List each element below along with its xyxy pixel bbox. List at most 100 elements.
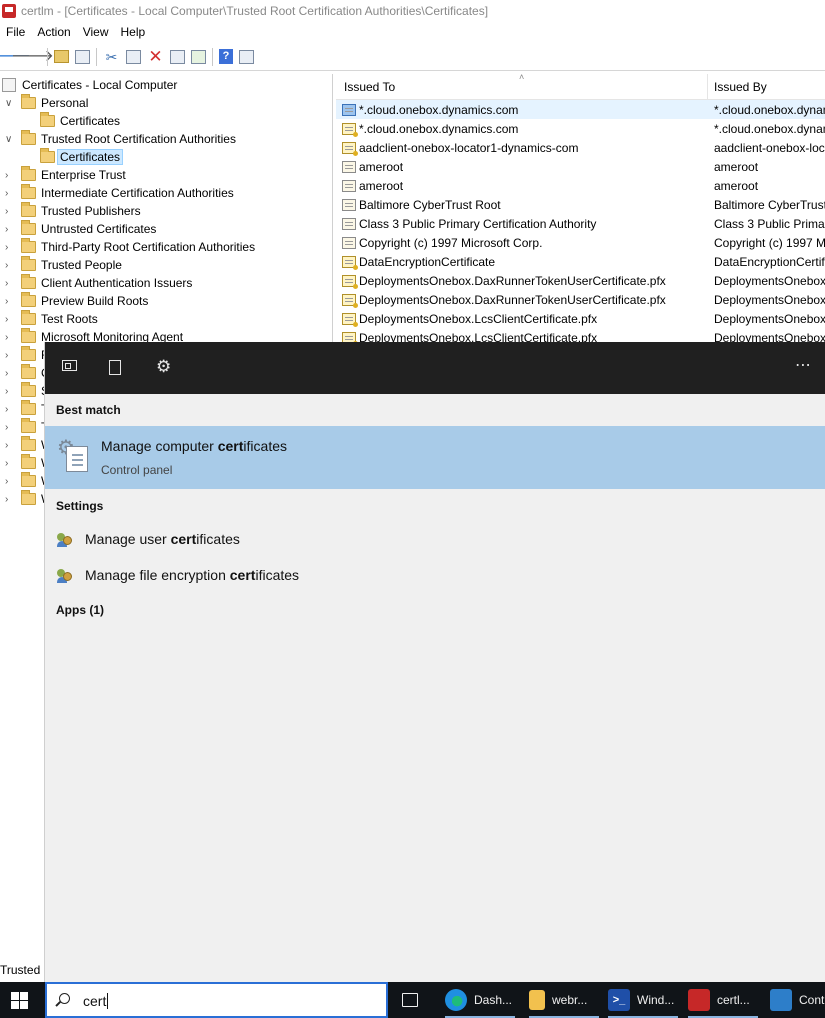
- tree-node[interactable]: › Test Roots: [5, 310, 98, 328]
- documents-filter-icon[interactable]: [109, 360, 121, 375]
- folder-icon: [21, 310, 36, 325]
- certificate-row[interactable]: Class 3 Public Primary Certification Aut…: [336, 214, 825, 233]
- column-issued-to[interactable]: Issued To: [344, 80, 395, 94]
- windows-start-icon[interactable]: [11, 992, 28, 1009]
- cell-issued-to: Baltimore CyberTrust Root: [342, 198, 501, 212]
- expand-chevron-icon[interactable]: ›: [5, 242, 14, 252]
- certificate-row[interactable]: DataEncryptionCertificate DataEncryptionC…: [336, 252, 825, 271]
- tree-node[interactable]: › Untrusted Certificates: [5, 220, 156, 238]
- column-divider[interactable]: [707, 74, 708, 100]
- certificate-row[interactable]: Baltimore CyberTrust Root Baltimore Cyber…: [336, 195, 825, 214]
- menu-view[interactable]: View: [77, 25, 115, 39]
- certificate-icon: [342, 236, 356, 249]
- expand-chevron-icon[interactable]: ›: [5, 206, 14, 216]
- help-icon[interactable]: ?: [219, 49, 233, 64]
- best-match-result[interactable]: ⚙ Manage computer certificates Control p…: [45, 426, 825, 489]
- certificate-row[interactable]: DeploymentsOnebox.LcsClientCertificate.p…: [336, 309, 825, 328]
- setting-result-user-certificates[interactable]: Manage user certificates: [45, 525, 825, 555]
- forward-arrow-icon[interactable]: 🡒: [11, 48, 54, 65]
- show-hide-tree-icon[interactable]: [75, 49, 90, 64]
- expand-chevron-icon[interactable]: ›: [5, 368, 14, 378]
- more-options-icon[interactable]: ⋯: [795, 358, 812, 374]
- search-input[interactable]: cert: [83, 993, 109, 1009]
- certificate-row[interactable]: ameroot ameroot: [336, 176, 825, 195]
- expand-chevron-icon[interactable]: ›: [5, 476, 14, 486]
- tree-node[interactable]: › Trusted People: [5, 256, 122, 274]
- tree-node[interactable]: › Enterprise Trust: [5, 166, 126, 184]
- tree-node[interactable]: ∨ Personal: [5, 94, 89, 112]
- tree-node[interactable]: › Preview Build Roots: [5, 292, 148, 310]
- taskbar-control-panel[interactable]: Contr: [770, 982, 825, 1018]
- certificate-icon: [342, 160, 356, 173]
- collapse-chevron-icon[interactable]: ∨: [5, 134, 14, 144]
- certificate-row[interactable]: *.cloud.onebox.dynamics.com *.cloud.onebo…: [336, 119, 825, 138]
- expand-chevron-icon[interactable]: ›: [5, 188, 14, 198]
- expand-chevron-icon[interactable]: ›: [5, 296, 14, 306]
- certificate-row[interactable]: DeploymentsOnebox.DaxRunnerTokenUserCert…: [336, 271, 825, 290]
- folder-icon: [21, 130, 36, 145]
- menu-help[interactable]: Help: [115, 25, 152, 39]
- delete-icon[interactable]: ✕: [147, 48, 164, 65]
- taskbar-edge-dashboard[interactable]: Dash...: [445, 982, 515, 1018]
- search-filter-bar: ⚙ ⋯: [45, 342, 825, 394]
- menu-action[interactable]: Action: [31, 25, 76, 39]
- taskbar-powershell[interactable]: >_ Wind...: [608, 982, 678, 1018]
- apps-filter-icon[interactable]: [62, 360, 77, 371]
- tree-node-label: Certificates: [57, 149, 124, 165]
- settings-filter-icon[interactable]: ⚙: [156, 358, 171, 375]
- cut-icon[interactable]: ✂: [103, 48, 120, 65]
- certificate-icon: [342, 217, 356, 230]
- action-pane-icon[interactable]: [239, 49, 254, 64]
- expand-chevron-icon[interactable]: ›: [5, 314, 14, 324]
- expand-chevron-icon[interactable]: ›: [5, 170, 14, 180]
- certificate-row[interactable]: DeploymentsOnebox.DaxRunnerTokenUserCert…: [336, 290, 825, 309]
- tree-node-label: Personal: [41, 96, 89, 110]
- expand-chevron-icon[interactable]: ›: [5, 350, 14, 360]
- tree-node[interactable]: › Trusted Publishers: [5, 202, 141, 220]
- tree-node[interactable]: ∨ Trusted Root Certification Authorities: [5, 130, 236, 148]
- expand-chevron-icon[interactable]: ›: [5, 260, 14, 270]
- properties-icon[interactable]: [170, 49, 185, 64]
- export-list-icon[interactable]: [191, 49, 206, 64]
- copy-icon[interactable]: [126, 49, 141, 64]
- certificate-row[interactable]: ameroot ameroot: [336, 157, 825, 176]
- column-issued-by[interactable]: Issued By: [714, 80, 767, 94]
- apps-heading[interactable]: Apps (1): [56, 603, 104, 617]
- collapse-chevron-icon[interactable]: ∨: [5, 98, 14, 108]
- expand-chevron-icon[interactable]: ›: [5, 224, 14, 234]
- taskbar-search-box[interactable]: cert: [45, 982, 388, 1018]
- certificate-row[interactable]: Copyright (c) 1997 Microsoft Corp. Copyri…: [336, 233, 825, 252]
- folder-icon: [21, 400, 36, 415]
- folder-icon: [21, 490, 36, 505]
- tree-node[interactable]: › Third-Party Root Certification Authorit…: [5, 238, 255, 256]
- taskbar-explorer-webr[interactable]: webr...: [529, 982, 599, 1018]
- tree-node[interactable]: › Client Authentication Issuers: [5, 274, 192, 292]
- task-view-button[interactable]: [402, 982, 425, 1018]
- edge-icon: [445, 989, 467, 1011]
- tree-node[interactable]: Certificates: [40, 112, 120, 130]
- taskbar-item-label: Contr: [799, 993, 825, 1007]
- issued-to-text: Copyright (c) 1997 Microsoft Corp.: [359, 235, 543, 250]
- tree-node[interactable]: Certificates: [40, 148, 124, 166]
- expand-chevron-icon[interactable]: ›: [5, 458, 14, 468]
- tree-node[interactable]: › Intermediate Certification Authorities: [5, 184, 234, 202]
- setting-result-file-encryption-certificates[interactable]: Manage file encryption certificates: [45, 561, 825, 591]
- expand-chevron-icon[interactable]: ›: [5, 404, 14, 414]
- up-folder-icon[interactable]: [54, 50, 69, 63]
- expand-chevron-icon[interactable]: ›: [5, 386, 14, 396]
- expand-chevron-icon[interactable]: ›: [5, 494, 14, 504]
- expand-chevron-icon[interactable]: ›: [5, 422, 14, 432]
- expand-chevron-icon[interactable]: ›: [5, 332, 14, 342]
- users-icon: [57, 533, 73, 547]
- expand-chevron-icon[interactable]: ›: [5, 440, 14, 450]
- taskbar-certlm[interactable]: certl...: [688, 982, 758, 1018]
- cell-issued-by: *.cloud.onebox.dynamics.com: [714, 102, 825, 117]
- tree-node-label: Test Roots: [41, 312, 98, 326]
- cell-issued-by: Class 3 Public Primary Certification Aut…: [714, 216, 825, 231]
- cell-issued-to: *.cloud.onebox.dynamics.com: [342, 122, 518, 137]
- certificate-row[interactable]: *.cloud.onebox.dynamics.com *.cloud.onebo…: [336, 100, 825, 119]
- tree-root[interactable]: Certificates - Local Computer: [2, 76, 177, 94]
- menu-file[interactable]: File: [0, 25, 31, 39]
- certificate-row[interactable]: aadclient-onebox-locator1-dynamics-com aa…: [336, 138, 825, 157]
- expand-chevron-icon[interactable]: ›: [5, 278, 14, 288]
